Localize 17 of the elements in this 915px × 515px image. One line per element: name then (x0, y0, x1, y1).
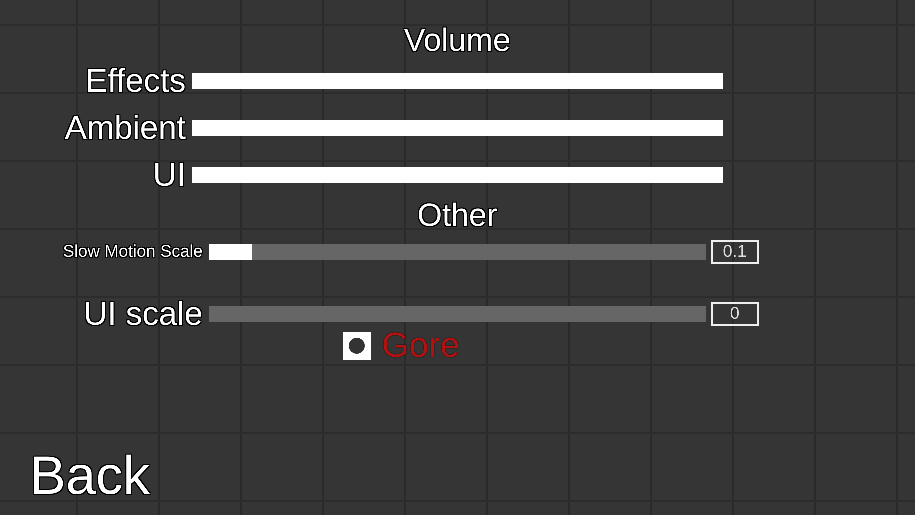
volume-slider[interactable] (192, 166, 723, 182)
slider[interactable] (209, 244, 706, 260)
slider-label: UI (153, 156, 186, 194)
slider-label: UI scale (84, 295, 203, 333)
slider[interactable] (209, 306, 706, 322)
back-button[interactable]: Back (30, 445, 150, 507)
section-title: Other (417, 196, 498, 234)
value-field[interactable]: 0.1 (711, 240, 759, 264)
section-title: Volume (404, 22, 511, 59)
slider-label: Slow Motion Scale (63, 242, 203, 262)
slider-label: Effects (86, 62, 186, 100)
value-field[interactable]: 0 (711, 302, 759, 326)
gore-checkbox[interactable] (343, 332, 371, 360)
volume-slider[interactable] (192, 120, 723, 136)
volume-slider[interactable] (192, 72, 723, 88)
checkbox-label: Gore (382, 326, 460, 366)
slider-label: Ambient (64, 108, 186, 146)
